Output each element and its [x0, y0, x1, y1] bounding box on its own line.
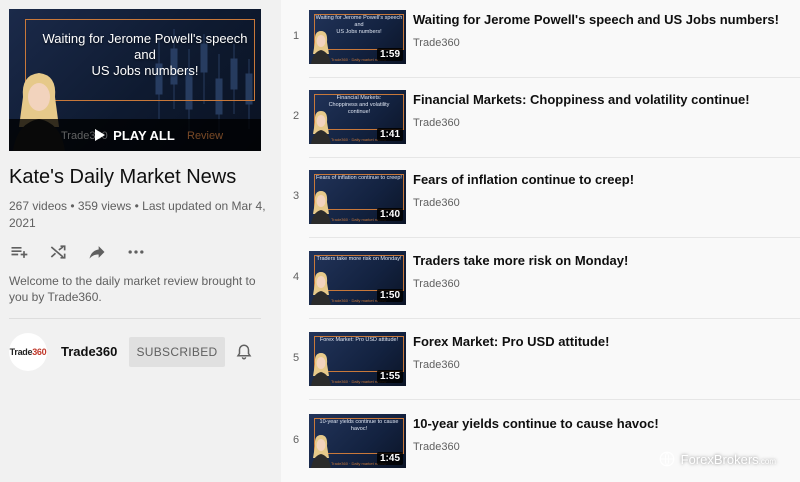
row-separator — [309, 237, 800, 238]
subscribed-button[interactable]: SUBSCRIBED — [129, 337, 225, 367]
video-index: 6 — [292, 434, 300, 446]
playlist-video-row[interactable]: 2 Financial Markets: Choppiness and volat… — [281, 80, 800, 162]
video-thumbnail[interactable]: Forex Market: Pro USD attitude! Trade360 … — [309, 332, 406, 386]
video-thumbnail[interactable]: Financial Markets: Choppiness and volati… — [309, 90, 406, 144]
video-channel[interactable]: Trade360 — [413, 278, 460, 290]
playlist-video-row[interactable]: 3 Fears of inflation continue to creep! Tr… — [281, 160, 800, 242]
row-separator — [309, 399, 800, 400]
video-title[interactable]: Waiting for Jerome Powell's speech and U… — [413, 12, 793, 27]
globe-logo-icon — [659, 451, 674, 467]
playlist-title: Kate's Daily Market News — [9, 166, 237, 188]
playlist-actions — [9, 242, 165, 262]
video-duration: 1:55 — [376, 370, 403, 383]
thumb-caption: Traders take more risk on Monday! — [316, 256, 402, 262]
playlist-stats: 267 videos • 359 views • Last updated on… — [9, 199, 266, 230]
avatar-text: Trade — [9, 347, 33, 357]
video-duration: 1:45 — [376, 452, 403, 465]
playlist-sidebar: Waiting for Jerome Powell's speech and U… — [0, 0, 281, 482]
video-channel[interactable]: Trade360 — [413, 37, 460, 49]
playlist-description: Welcome to the daily market review broug… — [9, 274, 256, 304]
play-all-button[interactable]: PLAY ALL — [95, 128, 175, 143]
thumb-presenter-image — [311, 111, 331, 144]
video-duration: 1:41 — [376, 128, 403, 141]
hero-review-ghost: Review — [187, 130, 224, 142]
video-channel[interactable]: Trade360 — [413, 441, 460, 453]
channel-avatar[interactable]: Trade 360 — [9, 333, 47, 371]
video-channel[interactable]: Trade360 — [413, 359, 460, 371]
play-all-label: PLAY ALL — [113, 127, 175, 143]
video-index: 3 — [292, 190, 300, 202]
playlist-hero-thumbnail[interactable]: Waiting for Jerome Powell's speech and U… — [9, 9, 261, 151]
video-thumbnail[interactable]: Traders take more risk on Monday! Trade36… — [309, 251, 406, 305]
video-title[interactable]: Traders take more risk on Monday! — [413, 253, 793, 268]
video-title[interactable]: 10-year yields continue to cause havoc! — [413, 416, 793, 431]
playlist-add-icon — [11, 247, 28, 258]
play-icon — [95, 129, 106, 141]
thumb-caption: 10-year yields continue to cause havoc! — [319, 419, 399, 432]
thumb-presenter-image — [311, 31, 331, 64]
watermark-text: ForexBrokers — [680, 451, 759, 467]
hero-title-text: Waiting for Jerome Powell's speech and U… — [42, 31, 248, 78]
video-channel[interactable]: Trade360 — [413, 117, 460, 129]
thumb-presenter-image — [311, 435, 331, 468]
thumb-presenter-image — [311, 272, 331, 305]
playlist-video-row[interactable]: 5 Forex Market: Pro USD attitude! Trade360… — [281, 322, 800, 404]
video-index: 1 — [292, 30, 300, 42]
share-button[interactable] — [87, 242, 126, 262]
forexbrokers-watermark: ForexBrokers.com — [658, 450, 776, 468]
playlist-video-list: 1 Waiting for Jerome Powell's speech and … — [281, 0, 800, 482]
playlist-owner: Trade 360 Trade360 SUBSCRIBED — [9, 332, 274, 372]
bell-icon[interactable] — [235, 343, 253, 361]
video-duration: 1:40 — [376, 208, 403, 221]
video-title[interactable]: Financial Markets: Choppiness and volati… — [413, 92, 793, 107]
row-separator — [309, 157, 800, 158]
thumb-caption: Forex Market: Pro USD attitude! — [319, 337, 399, 343]
shuffle-icon — [50, 245, 66, 259]
shuffle-button[interactable] — [48, 242, 87, 262]
playlist-video-row[interactable]: 1 Waiting for Jerome Powell's speech and … — [281, 0, 800, 82]
video-index: 5 — [292, 352, 300, 364]
row-separator — [309, 77, 800, 78]
video-duration: 1:59 — [376, 48, 403, 61]
play-all-bar[interactable]: Trade360 Review PLAY ALL — [9, 119, 261, 151]
video-channel[interactable]: Trade360 — [413, 197, 460, 209]
video-duration: 1:50 — [376, 289, 403, 302]
save-to-playlist-button[interactable] — [9, 242, 48, 262]
more-horiz-icon — [128, 250, 144, 254]
video-title[interactable]: Forex Market: Pro USD attitude! — [413, 334, 793, 349]
playlist-video-row[interactable]: 6 10-year yields continue to cause havoc!… — [281, 404, 800, 482]
channel-name[interactable]: Trade360 — [61, 344, 117, 359]
playlist-video-row[interactable]: 4 Traders take more risk on Monday! Trade3… — [281, 241, 800, 323]
thumb-caption: Fears of inflation continue to creep! — [316, 175, 402, 181]
row-separator — [309, 318, 800, 319]
more-actions-button[interactable] — [126, 242, 165, 262]
thumb-presenter-image — [311, 353, 331, 386]
avatar-text-accent: 360 — [32, 347, 47, 357]
video-index: 2 — [292, 110, 300, 122]
video-thumbnail[interactable]: 10-year yields continue to cause havoc! T… — [309, 414, 406, 468]
video-thumbnail[interactable]: Fears of inflation continue to creep! Tra… — [309, 170, 406, 224]
watermark-suffix: .com — [758, 456, 776, 466]
sidebar-divider — [9, 318, 261, 319]
share-icon — [89, 246, 105, 259]
thumb-presenter-image — [311, 191, 331, 224]
video-thumbnail[interactable]: Waiting for Jerome Powell's speech and U… — [309, 10, 406, 64]
video-title[interactable]: Fears of inflation continue to creep! — [413, 172, 793, 187]
video-index: 4 — [292, 271, 300, 283]
